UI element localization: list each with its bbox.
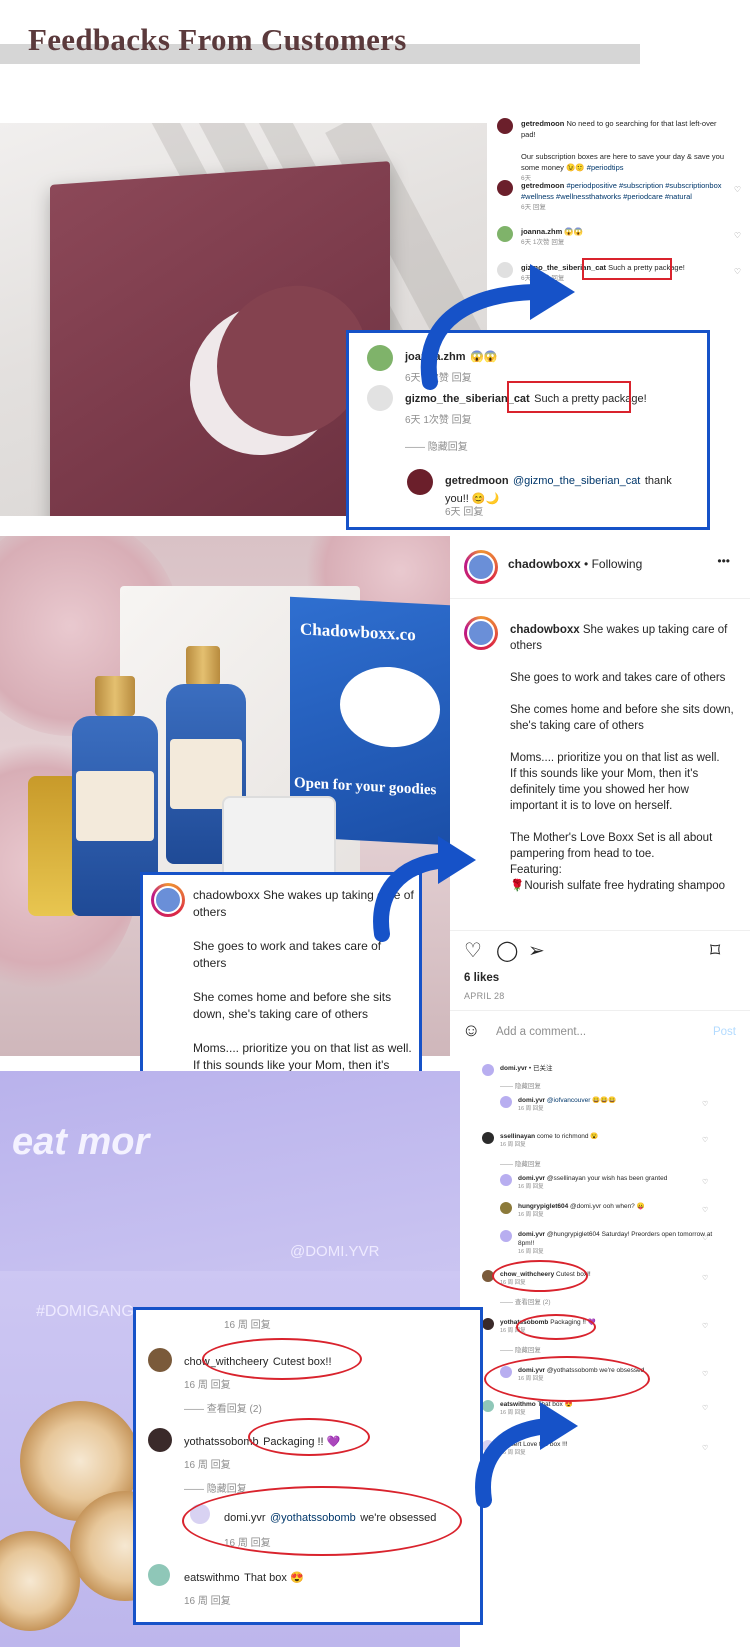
arrow-icon [420, 264, 575, 390]
following-label[interactable]: • Following [584, 557, 642, 571]
heart-icon[interactable]: ♡ [702, 1444, 708, 1452]
highlight-oval [182, 1486, 462, 1556]
avatar [367, 345, 393, 371]
avatar [367, 385, 393, 411]
comment: getredmoon #periodpositive #subscription… [497, 180, 741, 213]
avatar[interactable] [464, 550, 498, 584]
hide-replies-link[interactable]: —— 隐藏回复 [482, 1160, 702, 1169]
arrow-icon [373, 836, 476, 942]
maroon-box [50, 161, 390, 516]
avatar [497, 118, 513, 134]
avatar [148, 1428, 172, 1452]
post-button[interactable]: Post [713, 1026, 736, 1038]
heart-icon[interactable]: ♡ [702, 1404, 708, 1412]
more-options-icon[interactable]: ••• [717, 554, 730, 568]
highlight-oval [248, 1418, 370, 1456]
highlight-oval [516, 1314, 596, 1340]
post-date: APRIL 28 [464, 991, 505, 1001]
avatar [151, 883, 185, 917]
heart-icon[interactable]: ♡ [702, 1178, 708, 1186]
highlight-oval [492, 1260, 588, 1292]
account-name[interactable]: chadowboxx [508, 557, 581, 571]
caption: chadowboxx She wakes up taking care of o… [510, 624, 734, 892]
highlight-oval [202, 1338, 362, 1380]
hide-replies-link[interactable]: —— 隐藏回复 [482, 1082, 702, 1091]
view-replies-link[interactable]: —— 查看回复 (2) [482, 1298, 702, 1307]
highlight-oval [484, 1356, 650, 1402]
share-icon[interactable]: ➢ [528, 938, 545, 963]
comment: hungrypiglet604 @domi.yvr ooh when? 😛 16 … [500, 1202, 720, 1220]
add-comment-input[interactable]: Add a comment... [496, 1026, 586, 1038]
comment: domi.yvr • 已关注 [482, 1064, 702, 1076]
heart-icon[interactable]: ♡ [702, 1100, 708, 1108]
comment: domi.yvr @hungrypiglet604 Saturday! Preo… [500, 1230, 720, 1257]
comment-icon[interactable]: ◯ [496, 938, 518, 963]
instagram-post-panel: chadowboxx • Following ••• chadowboxx Sh… [450, 536, 750, 1056]
heart-icon[interactable]: ♡ [702, 1206, 708, 1214]
hide-replies-link[interactable]: —— 隐藏回复 [482, 1346, 702, 1355]
view-replies-link[interactable]: —— 查看回复 (2) [184, 1400, 262, 1415]
comment: domi.yvr @ssellinayan your wish has been… [500, 1174, 720, 1192]
avatar [497, 180, 513, 196]
heart-icon[interactable]: ♡ [734, 230, 741, 241]
avatar [497, 226, 513, 242]
heart-icon[interactable]: ♡ [702, 1274, 708, 1282]
bookmark-icon[interactable]: ⌑ [710, 938, 720, 963]
heart-icon[interactable]: ♡ [734, 266, 741, 277]
comment: getredmoon No need to go searching for t… [497, 118, 727, 184]
heart-icon[interactable]: ♡ [702, 1234, 708, 1242]
comment: ssellinayan come to richmond 😮 16 周 回复 [482, 1132, 702, 1150]
hide-replies-link[interactable]: —— 隐藏回复 [405, 438, 468, 453]
highlight-box [582, 258, 672, 280]
avatar[interactable] [464, 616, 498, 650]
heart-icon[interactable]: ♡ [702, 1370, 708, 1378]
comment: domi.yvr @iofvancouver 😀😀😀 16 周 回复 [500, 1096, 720, 1114]
avatar [407, 469, 433, 495]
arrow-icon [475, 1402, 578, 1508]
heart-icon[interactable]: ♡ [702, 1136, 708, 1144]
comment: joanna.zhm 😱😱 6天 1次赞 回复 ♡ [497, 226, 741, 248]
logo [340, 664, 440, 750]
zoom-callout-3: 16 周 回复 chow_withcheery Cutest box!! 16 … [133, 1307, 483, 1625]
heart-icon[interactable]: ♡ [734, 184, 741, 195]
likes-count[interactable]: 6 likes [464, 972, 499, 984]
emoji-icon[interactable]: ☺ [462, 1020, 480, 1041]
avatar [148, 1564, 170, 1586]
avatar [148, 1348, 172, 1372]
heart-icon[interactable]: ♡ [702, 1322, 708, 1330]
page-title: Feedbacks From Customers [28, 22, 407, 57]
